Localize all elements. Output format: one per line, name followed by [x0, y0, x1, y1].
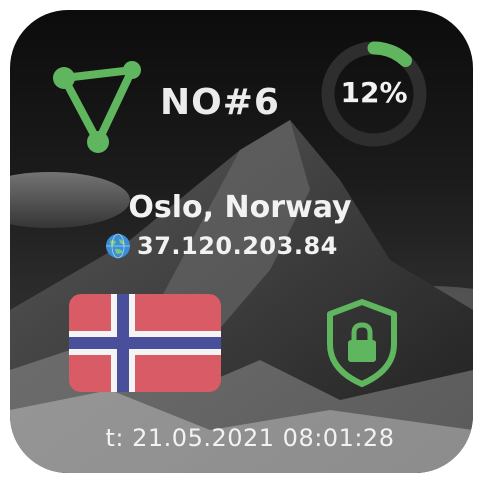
server-name: NO#6: [160, 82, 280, 123]
vpn-widget[interactable]: NO#6 12% Oslo, Norway 37.120.203.84 t: 2: [10, 10, 473, 473]
ip-address: 37.120.203.84: [137, 232, 338, 260]
load-percent-label: 12%: [340, 76, 408, 109]
last-update-time: t: 21.05.2021 08:01:28: [105, 424, 395, 452]
location-label: Oslo, Norway: [128, 190, 352, 225]
triangle-network-icon: [53, 61, 141, 153]
globe-icon: [106, 233, 130, 259]
shield-lock-icon: [327, 299, 397, 387]
ip-row: 37.120.203.84: [105, 231, 338, 261]
norway-flag: [69, 294, 221, 392]
